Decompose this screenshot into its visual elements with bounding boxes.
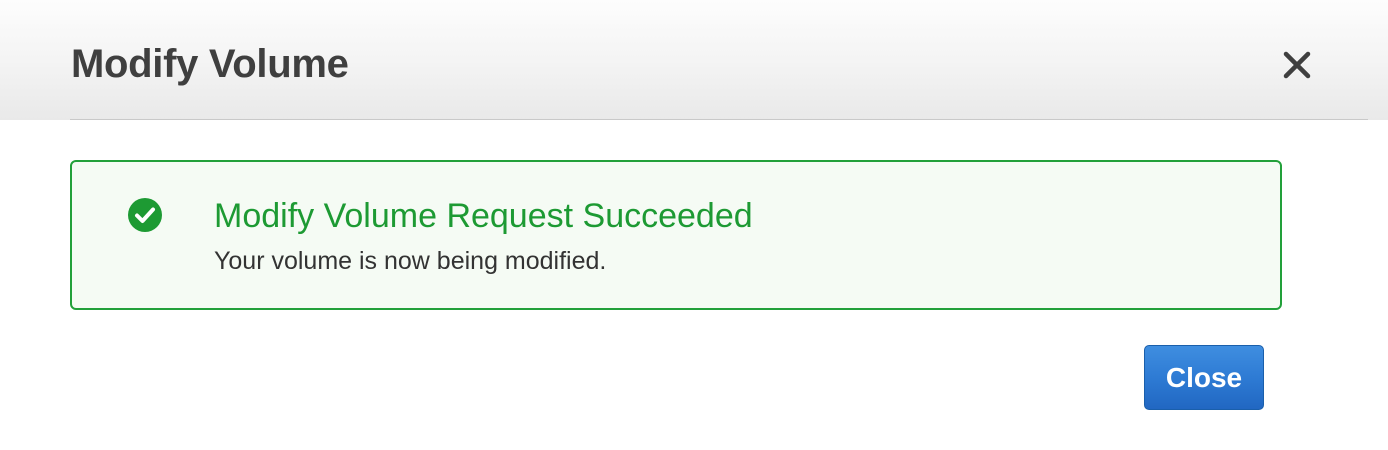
close-button[interactable]: Close (1144, 345, 1264, 410)
dialog-header: Modify Volume (0, 0, 1388, 120)
close-icon[interactable] (1276, 44, 1318, 86)
modify-volume-dialog: Modify Volume Modify Volume Request Succ… (0, 0, 1388, 450)
dialog-title: Modify Volume (71, 42, 349, 86)
alert-title: Modify Volume Request Succeeded (214, 197, 753, 235)
success-alert: Modify Volume Request Succeeded Your vol… (70, 160, 1282, 310)
check-circle-icon (128, 198, 162, 232)
alert-message: Your volume is now being modified. (214, 247, 607, 275)
header-divider (70, 119, 1368, 120)
